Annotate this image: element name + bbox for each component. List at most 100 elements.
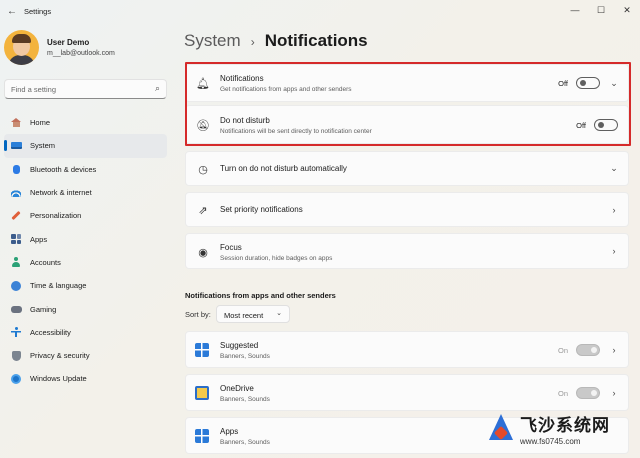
sidebar-item-accessibility[interactable]: Accessibility — [4, 321, 167, 344]
app-sub: Banners, Sounds — [220, 439, 270, 446]
app-name: Apps — [220, 427, 239, 436]
dnd-auto-title: Turn on do not disturb automatically — [220, 164, 347, 173]
section-title: Notifications from apps and other sender… — [185, 291, 336, 300]
chevron-right-icon[interactable]: › — [610, 246, 618, 256]
search-placeholder: Find a setting — [11, 85, 57, 94]
window-controls: — ☐ ✕ — [562, 0, 640, 24]
sidebar-item-label: Accessibility — [30, 327, 71, 337]
breadcrumb: System › Notifications — [184, 31, 368, 51]
system-icon — [10, 140, 22, 152]
maximize-icon[interactable]: ☐ — [588, 0, 614, 20]
breadcrumb-separator: › — [250, 35, 255, 49]
sidebar-item-label: Network & internet — [30, 188, 92, 198]
sidebar-item-gaming[interactable]: Gaming — [4, 297, 167, 320]
onedrive-app-icon — [195, 386, 209, 400]
notifications-title: Notifications — [220, 74, 264, 83]
app-row-suggested[interactable]: Suggested Banners, Sounds On › — [185, 331, 629, 368]
search-icon[interactable]: ⌕ — [155, 83, 160, 94]
sort-value: Most recent — [224, 310, 264, 320]
chevron-right-icon[interactable]: › — [610, 388, 618, 398]
sidebar-item-label: Bluetooth & devices — [30, 164, 97, 174]
notifications-toggle[interactable] — [576, 77, 600, 89]
notifications-state: Off — [558, 78, 568, 88]
app-state: On — [557, 345, 568, 355]
breadcrumb-parent[interactable]: System — [184, 31, 241, 51]
brush-icon — [10, 210, 22, 222]
sidebar-item-accounts[interactable]: Accounts — [4, 251, 167, 274]
chevron-down-icon[interactable]: ⌄ — [610, 78, 618, 89]
focus-subtitle: Session duration, hide badges on apps — [220, 255, 333, 262]
title-bar: ← Settings — ☐ ✕ — [0, 0, 640, 24]
sidebar-item-system[interactable]: System — [4, 134, 167, 158]
chevron-right-icon[interactable]: › — [610, 205, 618, 215]
app-name: Suggested — [220, 341, 259, 350]
apps-app-icon — [195, 429, 209, 443]
app-state: On — [557, 388, 568, 398]
sidebar-item-windows-update[interactable]: Windows Update — [4, 367, 167, 390]
dnd-title: Do not disturb — [220, 116, 270, 125]
watermark-text: 飞沙系统网 — [520, 416, 610, 435]
focus-title: Focus — [220, 243, 242, 252]
home-icon — [10, 117, 22, 129]
sort-dropdown[interactable]: Most recent ⌄ — [216, 305, 290, 323]
update-icon — [10, 373, 22, 385]
sidebar-item-label: System — [30, 141, 56, 151]
dnd-toggle[interactable] — [594, 119, 618, 131]
sidebar-item-home[interactable]: Home — [4, 111, 167, 134]
avatar — [4, 30, 39, 65]
app-toggle[interactable] — [576, 344, 600, 356]
bluetooth-icon — [10, 163, 22, 175]
network-icon — [10, 187, 22, 199]
sidebar-item-personalization[interactable]: Personalization — [4, 204, 167, 227]
sidebar-item-label: Gaming — [30, 304, 57, 314]
dnd-auto-card[interactable]: ◷ Turn on do not disturb automatically ⌄ — [185, 151, 629, 186]
back-arrow-icon[interactable]: ← — [4, 4, 20, 20]
search-input[interactable]: Find a setting ⌕ — [4, 79, 167, 99]
suggested-app-icon — [195, 343, 209, 357]
do-not-disturb-card[interactable]: 🔕︎ Do not disturb Notifications will be … — [185, 105, 629, 144]
sidebar-item-network[interactable]: Network & internet — [4, 181, 167, 204]
notifications-card[interactable]: 🔔︎ Notifications Get notifications from … — [185, 64, 629, 102]
app-row-onedrive[interactable]: OneDrive Banners, Sounds On › — [185, 374, 629, 411]
user-profile[interactable]: User Demo m__lab@outlook.com — [4, 30, 115, 65]
priority-icon: ⇗ — [198, 204, 208, 217]
close-icon[interactable]: ✕ — [614, 0, 640, 20]
dnd-state: Off — [576, 120, 586, 130]
clock-icon: ◷ — [198, 163, 208, 176]
sidebar-item-label: Apps — [30, 234, 48, 244]
focus-icon: ◉ — [198, 246, 208, 259]
app-toggle[interactable] — [576, 387, 600, 399]
watermark: 飞沙系统网 www.fs0745.com — [486, 411, 610, 446]
sidebar-item-label: Privacy & security — [30, 351, 90, 361]
bell-snooze-icon: 🔕︎ — [196, 119, 210, 132]
app-sub: Banners, Sounds — [220, 396, 270, 403]
bell-icon: 🔔︎ — [196, 77, 210, 90]
notifications-subtitle: Get notifications from apps and other se… — [220, 86, 352, 93]
sort-label: Sort by: — [185, 310, 211, 319]
chevron-down-icon[interactable]: ⌄ — [610, 163, 618, 174]
sidebar-item-label: Personalization — [30, 211, 82, 221]
accessibility-icon — [10, 326, 22, 338]
sidebar-nav: Home System Bluetooth & devices Network … — [4, 111, 167, 391]
chevron-right-icon[interactable]: › — [610, 345, 618, 355]
sidebar-item-apps[interactable]: Apps — [4, 227, 167, 250]
sidebar-item-label: Home — [30, 118, 51, 128]
sidebar-item-label: Accounts — [30, 257, 61, 267]
dnd-subtitle: Notifications will be sent directly to n… — [220, 128, 372, 135]
watermark-logo-icon — [486, 413, 516, 444]
priority-notifications-card[interactable]: ⇗ Set priority notifications › — [185, 192, 629, 227]
page-title: Notifications — [264, 31, 368, 50]
user-name: User Demo — [47, 38, 90, 47]
sidebar-item-label: Time & language — [30, 281, 87, 291]
user-email: m__lab@outlook.com — [47, 50, 115, 57]
app-title: Settings — [24, 7, 52, 16]
accounts-icon — [10, 256, 22, 268]
focus-card[interactable]: ◉ Focus Session duration, hide badges on… — [185, 233, 629, 269]
sidebar-item-bluetooth[interactable]: Bluetooth & devices — [4, 158, 167, 181]
shield-icon — [10, 350, 22, 362]
minimize-icon[interactable]: — — [562, 0, 588, 20]
gaming-icon — [10, 303, 22, 315]
apps-icon — [10, 233, 22, 245]
sidebar-item-time-language[interactable]: Time & language — [4, 274, 167, 297]
sidebar-item-privacy[interactable]: Privacy & security — [4, 344, 167, 367]
